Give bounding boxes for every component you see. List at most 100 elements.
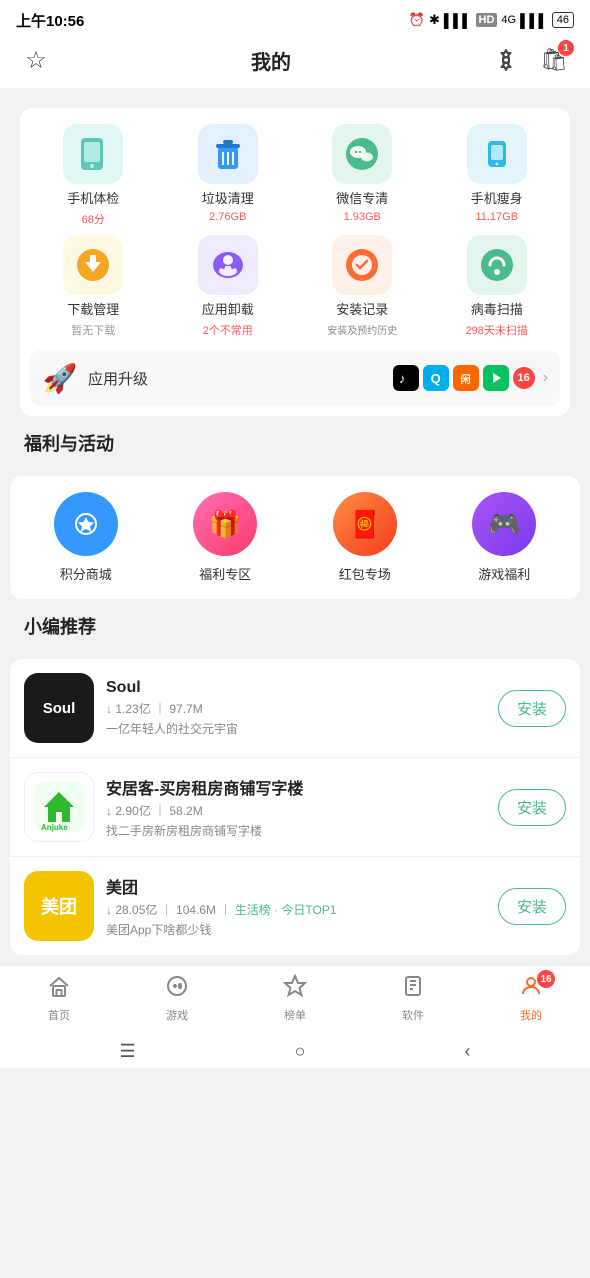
- star-button[interactable]: ☆: [20, 44, 52, 76]
- nav-mine-label: 我的: [520, 1007, 542, 1023]
- star-icon: ☆: [25, 46, 47, 75]
- meituan-desc: 美团App下啥都少钱: [106, 921, 486, 938]
- tools-card: 手机体检 68分 垃圾清理 2.76GB: [20, 108, 570, 416]
- rocket-icon: 🚀: [42, 360, 78, 396]
- svg-text:Anjuke: Anjuke: [41, 823, 68, 832]
- tool-download-name: 下载管理: [67, 299, 119, 318]
- tool-wechat-name: 微信专清: [336, 188, 388, 207]
- benefit-welfare[interactable]: 🎁 福利专区: [160, 492, 292, 583]
- tool-trash-clean[interactable]: 垃圾清理 2.76GB: [165, 124, 292, 227]
- upgrade-count: 16: [513, 367, 535, 389]
- game-icon: [165, 974, 189, 1004]
- benefit-game[interactable]: 🎮 游戏福利: [439, 492, 571, 583]
- anjuke-name: 安居客-买房租房商铺写字楼: [106, 775, 486, 799]
- benefit-points-label: 积分商城: [60, 564, 112, 583]
- tool-virus-scan[interactable]: 病毒扫描 298天未扫描: [434, 235, 561, 338]
- anjuke-desc: 找二手房新房租房商铺写字楼: [106, 822, 486, 839]
- tool-phone-checkup-name: 手机体检: [67, 188, 119, 207]
- benefit-game-label: 游戏福利: [478, 564, 530, 583]
- benefit-redpacket-label: 红包专场: [339, 564, 391, 583]
- nav-software-label: 软件: [402, 1007, 424, 1023]
- rankings-icon: [283, 974, 307, 1004]
- upgrade-apps: ♪ Q 闲 16 ›: [393, 365, 548, 391]
- rec-item-anjuke: Anjuke 安居客-买房租房商铺写字楼 ↓ 2.90亿 ｜ 58.2M 找二手…: [10, 758, 580, 857]
- gesture-bar: ☰ ○ ‹: [0, 1033, 590, 1068]
- cart-button[interactable]: 🛍 1: [538, 44, 570, 76]
- tool-app-uninstall[interactable]: 应用卸载 2个不常用: [165, 235, 292, 338]
- anjuke-app-icon: Anjuke: [24, 772, 94, 842]
- points-mall-icon: [54, 492, 118, 556]
- nav-software[interactable]: 软件: [383, 974, 443, 1023]
- nav-home[interactable]: 首页: [29, 974, 89, 1023]
- lte-label: 4G: [501, 14, 516, 26]
- header: ☆ 我的 🛍 1: [0, 36, 590, 88]
- home-icon: [47, 974, 71, 1004]
- menu-gesture-icon[interactable]: ☰: [119, 1041, 135, 1062]
- soul-name: Soul: [106, 679, 486, 697]
- soul-meta: ↓ 1.23亿 ｜ 97.7M: [106, 700, 486, 717]
- settings-button[interactable]: [490, 44, 522, 76]
- benefits-section: 福利与活动 积分商城 🎁 福利专区 🧧 红包专场: [10, 426, 580, 599]
- meituan-icon-text: 美团: [41, 893, 77, 919]
- wechat-icon: [343, 135, 381, 173]
- app-thumb-qq: Q: [423, 365, 449, 391]
- tool-phone-slim-name: 手机瘦身: [471, 188, 523, 207]
- redpacket-icon: 🧧: [333, 492, 397, 556]
- benefit-points-mall[interactable]: 积分商城: [20, 492, 152, 583]
- soul-info: Soul ↓ 1.23亿 ｜ 97.7M 一亿年轻人的社交元宇宙: [106, 679, 486, 737]
- meituan-name: 美团: [106, 874, 486, 898]
- benefit-welfare-label: 福利专区: [199, 564, 251, 583]
- download-icon: [74, 246, 112, 284]
- anjuke-icon: Anjuke: [34, 782, 84, 832]
- software-icon: [401, 974, 425, 1004]
- battery-label: 46: [552, 12, 574, 28]
- bottom-nav: 首页 游戏 榜单 软件 我的 16: [0, 965, 590, 1033]
- app-uninstall-icon: [209, 246, 247, 284]
- tools-grid: 手机体检 68分 垃圾清理 2.76GB: [30, 124, 560, 338]
- trash-icon: [209, 135, 247, 173]
- nav-mine[interactable]: 我的 16: [501, 974, 561, 1023]
- meituan-install-button[interactable]: 安装: [498, 888, 566, 925]
- tool-virus-name: 病毒扫描: [471, 299, 523, 318]
- status-time: 上午10:56: [16, 10, 84, 31]
- home-gesture-icon[interactable]: ○: [295, 1041, 306, 1062]
- tool-phone-slim-value: 11.17GB: [475, 211, 518, 223]
- upgrade-arrow-icon: ›: [543, 369, 548, 387]
- tool-wechat-value: 1.93GB: [344, 211, 381, 223]
- meituan-app-icon: 美团: [24, 871, 94, 941]
- app-thumb-misc: [483, 365, 509, 391]
- cart-badge: 1: [558, 40, 574, 56]
- back-gesture-icon[interactable]: ‹: [464, 1041, 470, 1062]
- nav-home-label: 首页: [48, 1007, 70, 1023]
- benefit-redpacket[interactable]: 🧧 红包专场: [299, 492, 431, 583]
- tool-phone-slim[interactable]: 手机瘦身 11.17GB: [434, 124, 561, 227]
- welfare-icon: 🎁: [193, 492, 257, 556]
- game-welfare-icon: 🎮: [472, 492, 536, 556]
- svg-text:♪: ♪: [399, 371, 406, 386]
- tool-download-mgr[interactable]: 下载管理 暂无下载: [30, 235, 157, 338]
- status-icons: ⏰ ✱ ▌▌▌ HD 4G ▌▌▌ 46: [409, 12, 574, 28]
- bluetooth-icon: ✱: [429, 12, 440, 28]
- app-thumb-xianyu: 闲: [453, 365, 479, 391]
- rec-item-meituan: 美团 美团 ↓ 28.05亿 ｜ 104.6M ｜ 生活榜 · 今日TOP1 美…: [10, 857, 580, 955]
- app-thumb-tiktok: ♪: [393, 365, 419, 391]
- install-records-icon: [343, 246, 381, 284]
- anjuke-install-button[interactable]: 安装: [498, 789, 566, 826]
- nav-games[interactable]: 游戏: [147, 974, 207, 1023]
- soul-icon-text: Soul: [43, 700, 76, 717]
- soul-install-button[interactable]: 安装: [498, 690, 566, 727]
- soul-app-icon: Soul: [24, 673, 94, 743]
- signal-icon2: ▌▌▌: [520, 13, 548, 28]
- phone-slim-icon: [478, 135, 516, 173]
- anjuke-meta: ↓ 2.90亿 ｜ 58.2M: [106, 802, 486, 819]
- header-actions: 🛍 1: [490, 44, 570, 76]
- tool-install-value: 安装及预约历史: [327, 322, 397, 337]
- tool-wechat-clean[interactable]: 微信专清 1.93GB: [299, 124, 426, 227]
- nav-mine-badge: 16: [537, 970, 555, 988]
- nav-rankings[interactable]: 榜单: [265, 974, 325, 1023]
- meituan-info: 美团 ↓ 28.05亿 ｜ 104.6M ｜ 生活榜 · 今日TOP1 美团Ap…: [106, 874, 486, 938]
- tool-install-records[interactable]: 安装记录 安装及预约历史: [299, 235, 426, 338]
- upgrade-banner[interactable]: 🚀 应用升级 ♪ Q 闲 16 ›: [30, 350, 560, 406]
- tool-phone-checkup[interactable]: 手机体检 68分: [30, 124, 157, 227]
- nav-games-label: 游戏: [166, 1007, 188, 1023]
